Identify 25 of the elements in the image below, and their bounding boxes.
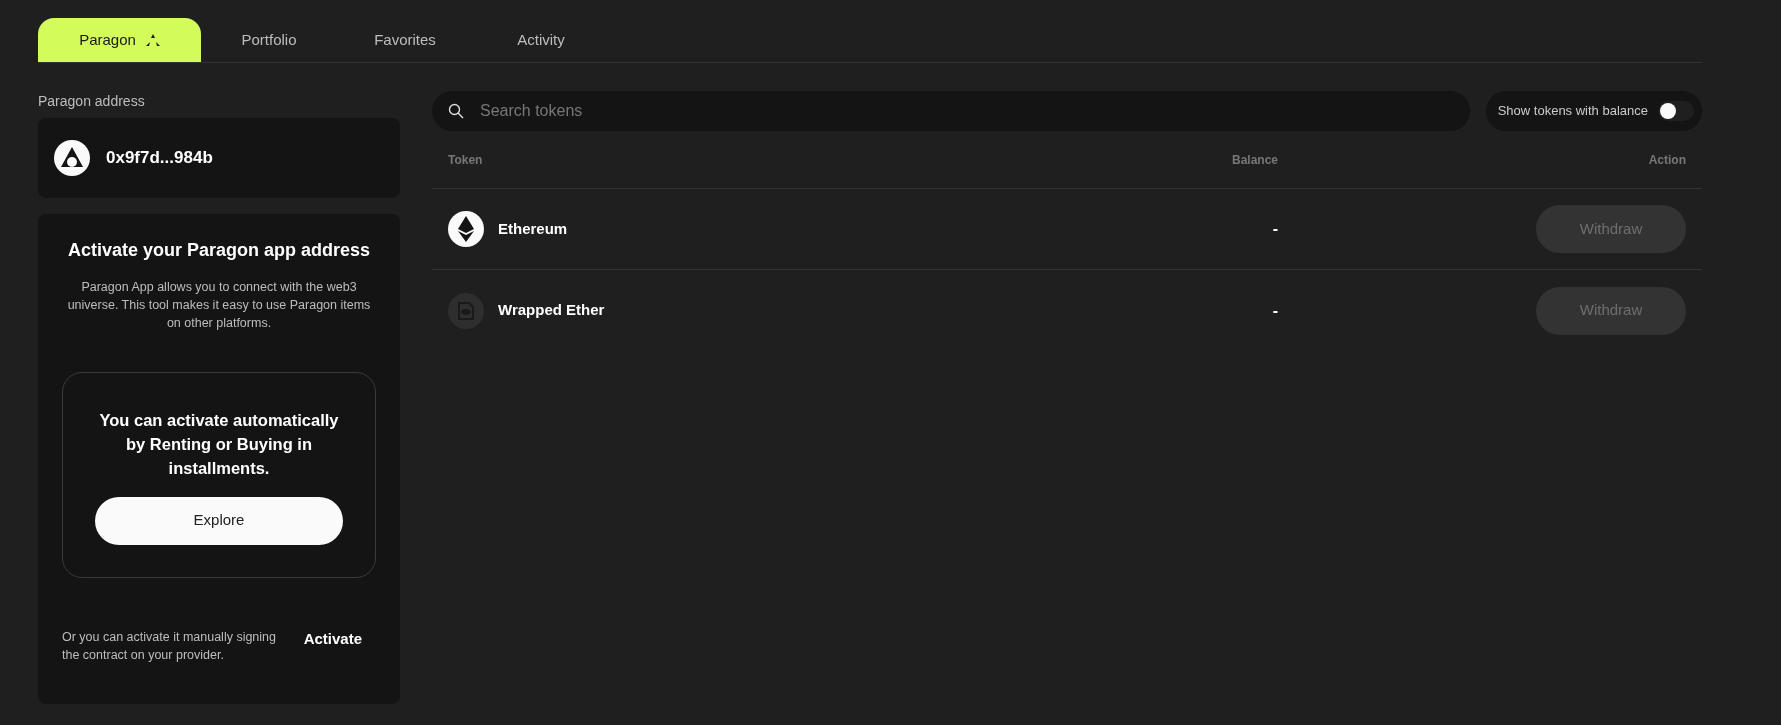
token-name: Ethereum [498, 218, 568, 239]
explore-button[interactable]: Explore [95, 496, 343, 545]
promo-text: You can activate automatically by Renting or Buying in installments. [98, 409, 340, 479]
tab[interactable]: Favorites [337, 18, 473, 62]
tab[interactable]: Activity [473, 18, 609, 62]
activate-link[interactable]: Activate [303, 627, 362, 651]
manual-text: Or you can activate it manually signing the contract on your provider. [62, 628, 277, 664]
tab[interactable]: Paragon [38, 18, 201, 62]
search-icon [448, 103, 464, 119]
toggle-switch[interactable] [1658, 101, 1694, 121]
column-header: Action [1647, 151, 1686, 169]
logo-icon [54, 140, 90, 176]
toggle-label: Show tokens with balance [1497, 102, 1648, 121]
column-header: Balance [1230, 151, 1278, 169]
column-header: Token [448, 151, 484, 169]
wallet-address: 0x9f7d...984b [106, 147, 213, 170]
balance-value: - [1272, 301, 1278, 319]
search-field[interactable]: Search tokens [432, 91, 1470, 131]
card-title: Activate your Paragon app address [67, 240, 371, 262]
token-name: Wrapped Ether [498, 300, 605, 321]
section-label: Paragon address [38, 92, 146, 111]
description-text: Paragon App allows you to connect with the web3 universe. This tool makes it easy to use Paragon items on other platforms. [66, 278, 372, 332]
search-input[interactable]: Search tokens [478, 98, 1454, 124]
balance-value: - [1272, 220, 1278, 237]
tab[interactable]: Portfolio [201, 18, 337, 62]
